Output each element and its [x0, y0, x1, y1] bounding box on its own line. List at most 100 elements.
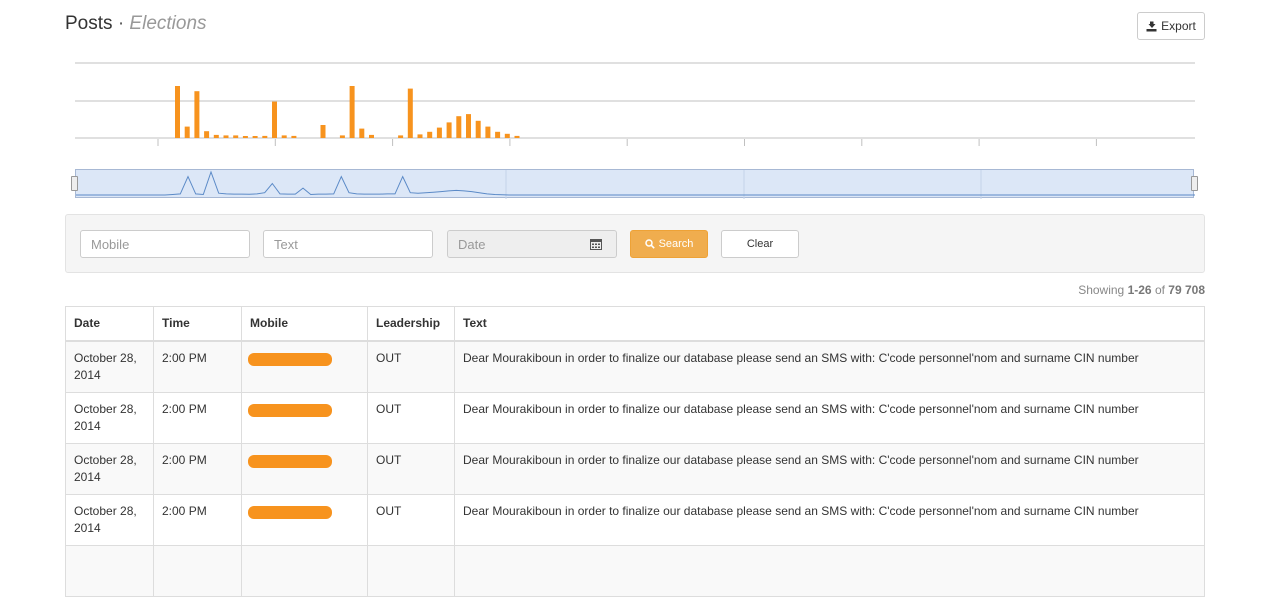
chart-bar [407, 88, 413, 138]
redacted-mobile [248, 352, 332, 366]
redacted-mobile [248, 403, 332, 417]
cell-date: October 28, 2014 [65, 493, 154, 546]
cell-leadership [367, 544, 455, 597]
cell-date: October 28, 2014 [65, 442, 154, 495]
bar-series [175, 86, 520, 138]
cell-text: Dear Mourakiboun in order to finalize ou… [454, 493, 1205, 546]
table-header-row: Date Time Mobile Leadership Text [65, 306, 1205, 342]
cell-mobile [241, 391, 368, 444]
redacted-mobile [248, 454, 332, 468]
chart-bar [398, 135, 404, 138]
search-button[interactable]: Search [630, 230, 708, 258]
chart-bar [427, 131, 433, 138]
navigator-line [76, 170, 1195, 196]
cell-mobile [241, 544, 368, 597]
chart-bar [175, 86, 180, 138]
chart-bar [291, 135, 297, 138]
cell-date [65, 544, 154, 597]
cell-text: Dear Mourakiboun in order to finalize ou… [454, 391, 1205, 444]
posts-bar-chart [75, 62, 1195, 146]
results-range: 1-26 [1127, 283, 1152, 297]
chart-bar [514, 135, 520, 138]
cell-mobile [241, 340, 368, 393]
navigator-handle-right[interactable] [1191, 176, 1198, 191]
cell-text [454, 544, 1205, 597]
chart-bar [417, 134, 423, 138]
chart-bar [184, 126, 190, 138]
column-header-date[interactable]: Date [65, 306, 154, 342]
cell-leadership: OUT [367, 391, 455, 444]
chart-bar [495, 131, 501, 138]
chart-bar [204, 131, 210, 138]
cell-mobile [241, 493, 368, 546]
cell-leadership: OUT [367, 340, 455, 393]
table-row[interactable] [65, 544, 1205, 597]
clear-button[interactable]: Clear [721, 230, 799, 258]
export-button[interactable]: Export [1137, 12, 1205, 40]
chart-bar [262, 135, 268, 138]
table-row[interactable]: October 28, 2014 2:00 PM OUT Dear Mourak… [65, 340, 1205, 393]
table-row[interactable]: October 28, 2014 2:00 PM OUT Dear Mourak… [65, 442, 1205, 495]
navigator-series [76, 170, 1195, 199]
chart-bar [504, 133, 510, 138]
range-navigator[interactable] [75, 169, 1195, 199]
calendar-button[interactable] [575, 230, 617, 258]
cell-leadership: OUT [367, 493, 455, 546]
page-subtitle: Elections [129, 13, 207, 34]
title-separator: · [117, 13, 125, 34]
chart-bar [272, 101, 277, 138]
chart-bar [456, 116, 462, 138]
chart-bar [252, 136, 258, 138]
navigator-handle-left[interactable] [71, 176, 78, 191]
column-header-leadership[interactable]: Leadership [367, 306, 455, 342]
chart-bar [339, 135, 345, 138]
export-label: Export [1161, 19, 1196, 33]
results-prefix: Showing [1078, 283, 1125, 297]
chart-bar [359, 128, 365, 138]
table-row[interactable]: October 28, 2014 2:00 PM OUT Dear Mourak… [65, 391, 1205, 444]
chart-bar [436, 127, 442, 138]
cell-time: 2:00 PM [153, 340, 242, 393]
export-icon [1146, 21, 1157, 31]
chart-bar [281, 135, 287, 138]
chart-bar [369, 134, 374, 138]
chart-bar [446, 122, 452, 138]
chart-bar [485, 126, 491, 138]
results-total: 79 708 [1168, 283, 1205, 297]
table-row[interactable]: October 28, 2014 2:00 PM OUT Dear Mourak… [65, 493, 1205, 546]
cell-text: Dear Mourakiboun in order to finalize ou… [454, 340, 1205, 393]
results-of: of [1154, 283, 1165, 297]
chart-bar [475, 120, 481, 138]
mobile-input[interactable] [80, 230, 250, 258]
x-axis-ticks [157, 139, 1097, 146]
clear-label: Clear [746, 238, 774, 250]
chart-bar [349, 86, 355, 138]
search-icon [644, 239, 655, 249]
cell-text: Dear Mourakiboun in order to finalize ou… [454, 442, 1205, 495]
page-title-main: Posts [65, 13, 113, 34]
page-title: Posts · Elections [65, 13, 207, 35]
column-header-time[interactable]: Time [153, 306, 242, 342]
column-header-text[interactable]: Text [454, 306, 1205, 342]
cell-leadership: OUT [367, 442, 455, 495]
chart-bar [233, 135, 239, 138]
column-header-mobile[interactable]: Mobile [241, 306, 368, 342]
date-input[interactable] [447, 230, 576, 258]
chart-bar [194, 91, 200, 138]
results-count: Showing 1-26 of 79 708 [1078, 283, 1205, 297]
chart-bar [320, 125, 326, 138]
cell-time: 2:00 PM [153, 493, 242, 546]
search-label: Search [658, 238, 694, 250]
cell-mobile [241, 442, 368, 495]
calendar-icon [589, 239, 602, 250]
chart-bar [223, 135, 229, 138]
redacted-mobile [248, 505, 332, 519]
chart-bar [213, 134, 219, 138]
cell-time: 2:00 PM [153, 391, 242, 444]
cell-date: October 28, 2014 [65, 340, 154, 393]
text-input[interactable] [263, 230, 433, 258]
cell-date: October 28, 2014 [65, 391, 154, 444]
posts-table: Date Time Mobile Leadership Text October… [65, 306, 1205, 597]
chart-bar [242, 136, 248, 138]
cell-time: 2:00 PM [153, 442, 242, 495]
